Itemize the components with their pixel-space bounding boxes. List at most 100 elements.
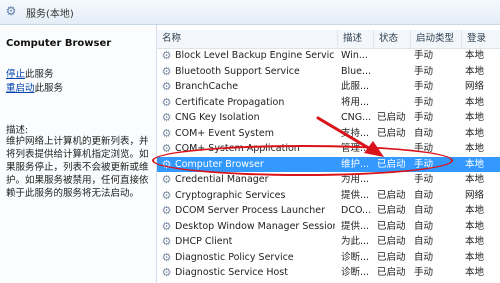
service-startup-type: 自动 [414, 205, 434, 216]
service-startup-type: 手动 [414, 143, 434, 154]
service-startup-type: 手动 [414, 96, 434, 108]
service-gear-icon: ⚙ [161, 111, 172, 124]
service-logon: 本地 [465, 236, 485, 247]
service-row[interactable]: ⚙ Diagnostic Policy Service 诊断... 已启动 自动 本地 [157, 250, 500, 266]
service-description-cell: 诊断... [341, 267, 370, 278]
service-row[interactable]: ⚙ COM+ System Application 管理... 手动 本地 [157, 141, 500, 157]
service-name: Cryptographic Services [175, 189, 286, 201]
service-row[interactable]: ⚙ Certificate Propagation 将用... 手动 本地 [157, 95, 500, 111]
service-description-cell: 维护... [341, 158, 370, 170]
service-status: 已启动 [377, 189, 406, 201]
service-status: 已启动 [377, 112, 406, 123]
service-row[interactable]: ⚙ DCOM Server Process Launcher DCO... 已启动 自动… [157, 203, 500, 219]
service-status [377, 172, 411, 188]
service-row[interactable]: ⚙ Credential Manager 为用... 手动 本地 [157, 172, 500, 188]
service-description-cell: 将用... [341, 96, 370, 108]
service-status: 已启动 [377, 220, 406, 232]
service-startup-type: 手动 [414, 158, 434, 170]
stop-service-suffix: 此服务 [25, 69, 54, 80]
service-status: 已启动 [377, 236, 406, 247]
service-row[interactable]: ⚙ BranchCache 此服... 手动 网络 [157, 79, 500, 95]
selected-service-name: Computer Browser [6, 38, 112, 49]
service-gear-icon: ⚙ [161, 235, 172, 248]
service-gear-icon: ⚙ [161, 219, 172, 233]
service-logon: 本地 [465, 174, 485, 185]
service-logon: 本地 [465, 158, 485, 170]
service-startup-type: 自动 [414, 189, 434, 201]
service-row-selected[interactable]: ⚙ Computer Browser 维护... 已启动 手动 本地 [157, 156, 500, 172]
description-label: 描述: [6, 125, 29, 136]
service-description-cell: Blue... [341, 65, 372, 77]
service-logon: 本地 [465, 50, 485, 61]
service-row[interactable]: ⚙ DHCP Client 为此... 已启动 自动 本地 [157, 234, 500, 250]
service-name: DHCP Client [175, 236, 233, 247]
service-gear-icon: ⚙ [161, 142, 172, 155]
service-gear-icon: ⚙ [161, 266, 172, 279]
services-list: 名称 描述 状态 启动类型 登录 ⚙ Block Level Backup Eng… [157, 25, 500, 283]
service-name: COM+ Event System [175, 127, 274, 139]
service-gear-icon: ⚙ [161, 126, 172, 140]
service-name: Diagnostic Service Host [175, 267, 288, 278]
stop-service-link[interactable]: 停止 [6, 69, 25, 80]
column-header-name[interactable]: 名称 [157, 30, 338, 48]
service-logon: 本地 [465, 127, 485, 139]
service-name: Credential Manager [175, 174, 269, 185]
service-startup-type: 手动 [414, 81, 434, 92]
service-description-cell: 提供... [341, 220, 370, 232]
service-row[interactable]: ⚙ COM+ Event System 支持... 已启动 自动 本地 [157, 126, 500, 142]
service-detail-pane: Computer Browser 停止此服务 重启动此服务 描述: 维护网络上计… [0, 25, 157, 283]
service-name: Computer Browser [175, 158, 264, 170]
service-gear-icon: ⚙ [161, 157, 172, 171]
service-logon: 本地 [465, 143, 485, 154]
service-logon: 本地 [465, 65, 485, 77]
service-name: Certificate Propagation [175, 96, 285, 108]
service-row[interactable]: ⚙ CNG Key Isolation CNG... 已启动 手动 本地 [157, 110, 500, 126]
service-status: 已启动 [377, 158, 406, 170]
stop-service-action: 停止此服务 [6, 66, 54, 80]
window-titlebar: ⚙ 服务(本地) [0, 0, 500, 25]
restart-service-link[interactable]: 重启动 [6, 83, 35, 94]
column-header-logon[interactable]: 登录 [462, 30, 500, 48]
service-description-cell: 管理... [341, 143, 370, 154]
service-row[interactable]: ⚙ Cryptographic Services 提供... 已启动 自动 网络 [157, 188, 500, 204]
service-startup-type: 自动 [414, 251, 434, 263]
service-gear-icon: ⚙ [161, 49, 172, 62]
service-row[interactable]: ⚙ Diagnostic Service Host 诊断... 已启动 手动 本地 [157, 265, 500, 281]
service-startup-type: 手动 [414, 65, 434, 77]
column-header-description[interactable]: 描述 [338, 30, 374, 48]
column-header-startup-type[interactable]: 启动类型 [411, 30, 462, 48]
service-description-cell: Win... [341, 50, 368, 61]
service-description-cell: 此服... [341, 81, 370, 92]
service-status [377, 95, 411, 111]
service-gear-icon: ⚙ [161, 250, 172, 264]
service-startup-type: 自动 [414, 236, 434, 247]
service-logon: 网络 [465, 81, 485, 92]
service-name: COM+ System Application [175, 143, 300, 154]
service-name: Block Level Backup Engine Service [175, 50, 335, 61]
window-title: 服务(本地) [26, 9, 74, 20]
service-startup-type: 手动 [414, 50, 434, 61]
service-row[interactable]: ⚙ Block Level Backup Engine Service Win...… [157, 48, 500, 64]
service-status [377, 141, 411, 157]
service-status: 已启动 [377, 251, 406, 263]
service-name: DCOM Server Process Launcher [175, 205, 326, 216]
service-row[interactable]: ⚙ Bluetooth Support Service Blue... 手动 本地 [157, 64, 500, 80]
service-name: BranchCache [175, 81, 239, 92]
service-description-cell: 诊断... [341, 251, 370, 263]
service-gear-icon: ⚙ [161, 173, 172, 186]
restart-service-suffix: 此服务 [34, 83, 64, 94]
services-gear-icon: ⚙ [5, 4, 17, 18]
service-gear-icon: ⚙ [161, 64, 172, 78]
service-description-cell: 为此... [341, 236, 370, 247]
service-name: CNG Key Isolation [175, 112, 260, 123]
service-startup-type: 手动 [414, 267, 434, 278]
service-description-cell: 支持... [341, 127, 370, 139]
service-name: Diagnostic Policy Service [175, 251, 294, 263]
service-name: Desktop Window Manager Session ... [175, 220, 335, 232]
service-row[interactable]: ⚙ Desktop Window Manager Session ... 提供...… [157, 219, 500, 235]
column-header-status[interactable]: 状态 [374, 30, 411, 48]
service-description: 维护网络上计算机的更新列表，并将列表提供给计算机指定浏览。如果服务停止，列表不会… [6, 136, 149, 199]
service-status [377, 79, 411, 95]
service-status [377, 48, 411, 64]
service-gear-icon: ⚙ [161, 95, 172, 109]
